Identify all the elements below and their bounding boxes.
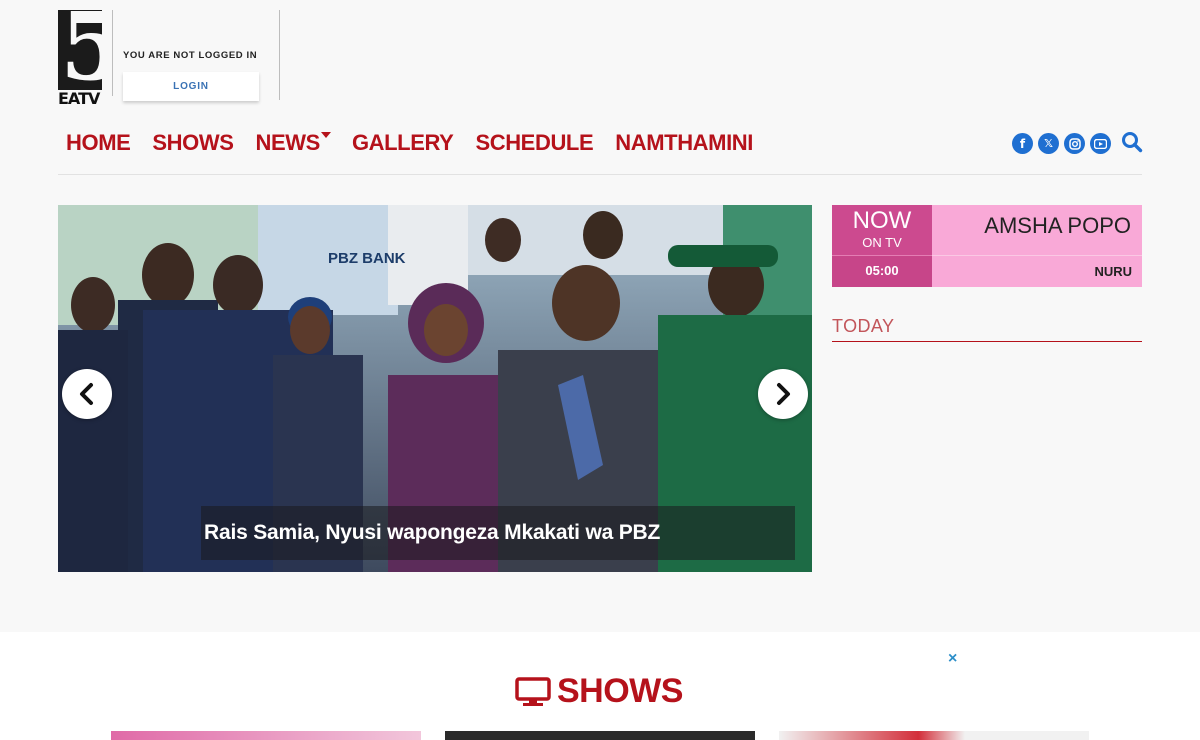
slide-caption[interactable]: Rais Samia, Nyusi wapongeza Mkakati wa P… [204,521,660,545]
today-heading: TODAY [832,316,1142,342]
header-divider [58,174,1142,175]
on-tv-label: ON TV [862,235,902,250]
account-box: YOU ARE NOT LOGGED IN LOGIN [118,50,268,101]
login-status-text: YOU ARE NOT LOGGED IN [123,50,258,61]
account-divider [279,10,280,100]
search-icon[interactable] [1121,131,1143,153]
logo-number: 5 [60,10,102,90]
nav-schedule[interactable]: SCHEDULE [475,128,593,158]
news-slider[interactable]: PBZ BANK Rais Samia, Nyusi wapongeza Mka… [58,205,812,572]
now-on-tv-widget[interactable]: NOW ON TV 05:00 AMSHA POPO NURU [832,205,1142,287]
shows-heading: SHOWS [515,672,683,711]
nav-gallery[interactable]: GALLERY [352,128,454,158]
show-thumbnail[interactable] [779,731,1089,740]
show-time: 05:00 [832,255,932,287]
login-button[interactable]: LOGIN [123,72,259,101]
nav-news-label: NEWS [255,130,321,155]
nav-shows[interactable]: SHOWS [152,128,234,158]
shows-title: SHOWS [557,672,683,710]
current-show-title: AMSHA POPO [932,205,1142,255]
social-links: f 𝕏 [1012,133,1111,154]
logo-divider [112,10,113,96]
logo-text: EATV [58,89,100,108]
facebook-icon[interactable]: f [1012,133,1033,154]
youtube-icon[interactable] [1090,133,1111,154]
chevron-left-icon [80,383,93,405]
show-thumbnail[interactable] [111,731,421,740]
nav-news[interactable]: NEWS [255,128,331,158]
show-thumbnail[interactable] [445,731,755,740]
instagram-icon[interactable] [1064,133,1085,154]
chevron-right-icon [777,383,790,405]
now-label: NOW [852,207,912,234]
x-icon[interactable]: 𝕏 [1038,133,1059,154]
slider-next-button[interactable] [758,369,808,419]
slider-prev-button[interactable] [62,369,112,419]
chevron-down-icon [320,132,331,138]
now-label-box: NOW ON TV [832,205,932,255]
nav-home[interactable]: HOME [66,128,131,158]
shows-section: × SHOWS [0,632,1200,740]
eatv-logo[interactable]: 5 EATV [58,10,102,107]
close-icon[interactable]: × [948,650,957,668]
logo-five-block: 5 [58,10,102,90]
main-nav: HOME SHOWS NEWS GALLERY SCHEDULE NAMTHAM… [66,128,775,158]
monitor-icon [515,676,551,706]
show-host: NURU [932,255,1142,287]
backdrop-text: PBZ BANK [328,250,406,267]
nav-namthamini[interactable]: NAMTHAMINI [615,128,753,158]
